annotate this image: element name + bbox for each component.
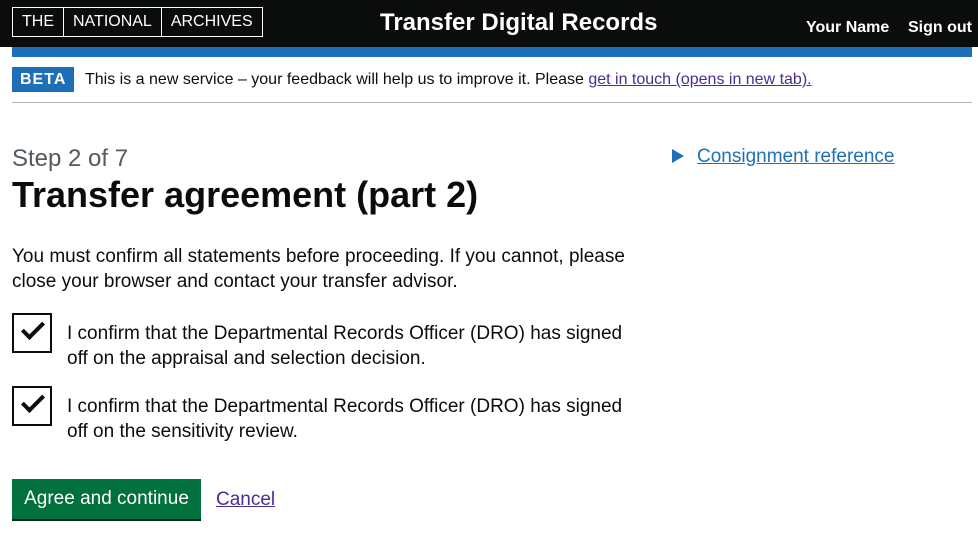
agree-and-continue-button[interactable]: Agree and continue bbox=[12, 479, 201, 519]
checkbox-item-sensitivity[interactable]: I confirm that the Departmental Records … bbox=[12, 386, 642, 446]
step-caption: Step 2 of 7 bbox=[12, 145, 129, 172]
phase-banner-message: This is a new service – your feedback wi… bbox=[85, 71, 589, 88]
logo-part-archives: ARCHIVES bbox=[170, 13, 253, 30]
triangle-right-icon bbox=[672, 149, 684, 163]
phase-banner: BETA This is a new service – your feedba… bbox=[12, 67, 972, 103]
site-header: THE NATIONAL ARCHIVES Transfer Digital R… bbox=[0, 0, 978, 47]
checkbox-appraisal[interactable] bbox=[12, 313, 52, 353]
cancel-link[interactable]: Cancel bbox=[216, 487, 275, 512]
phase-banner-text: This is a new service – your feedback wi… bbox=[85, 70, 812, 90]
service-name-link[interactable]: Transfer Digital Records bbox=[380, 9, 657, 37]
checkbox-sensitivity[interactable] bbox=[12, 386, 52, 426]
feedback-link[interactable]: get in touch (opens in new tab). bbox=[588, 71, 811, 88]
checkbox-item-appraisal[interactable]: I confirm that the Departmental Records … bbox=[12, 313, 642, 373]
user-name-link[interactable]: Your Name bbox=[806, 18, 889, 38]
national-archives-logo[interactable]: THE NATIONAL ARCHIVES bbox=[12, 7, 263, 37]
beta-tag: BETA bbox=[12, 67, 75, 92]
checkbox-label-appraisal[interactable]: I confirm that the Departmental Records … bbox=[67, 321, 642, 371]
page-title: Transfer agreement (part 2) bbox=[12, 174, 479, 215]
logo-part-the: THE bbox=[13, 8, 64, 36]
intro-text: You must confirm all statements before p… bbox=[12, 246, 625, 292]
checkbox-label-sensitivity[interactable]: I confirm that the Departmental Records … bbox=[67, 394, 642, 444]
consignment-reference-summary[interactable]: Consignment reference bbox=[697, 145, 895, 169]
sign-out-link[interactable]: Sign out bbox=[908, 18, 972, 38]
checkmark-icon bbox=[20, 388, 46, 414]
header-accent-bar bbox=[12, 47, 972, 57]
logo-part-national: NATIONAL bbox=[64, 8, 162, 36]
checkmark-icon bbox=[20, 315, 46, 341]
